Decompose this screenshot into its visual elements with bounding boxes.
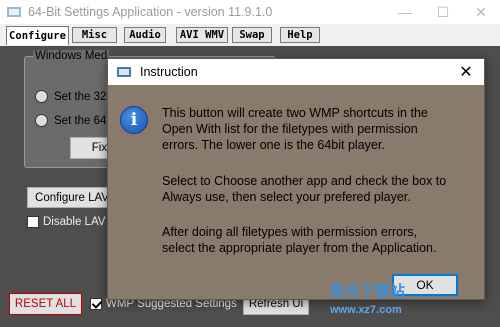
group-title: Windows Med bbox=[33, 50, 110, 62]
ok-button[interactable]: OK bbox=[392, 274, 458, 296]
configure-lav-button[interactable]: Configure LAV bbox=[27, 187, 117, 208]
info-icon: i bbox=[120, 106, 148, 134]
dialog-app-icon bbox=[116, 64, 132, 80]
app-title: 64-Bit Settings Application - version 11… bbox=[28, 5, 273, 19]
dialog-title: Instruction bbox=[140, 65, 198, 79]
dialog-message-3: After doing all filetypes with permissio… bbox=[162, 225, 437, 255]
dialog-content: i This button will create two WMP shortc… bbox=[108, 85, 484, 299]
disable-lav-checkbox[interactable]: Disable LAV t bbox=[27, 216, 112, 228]
disable-lav-label: Disable LAV t bbox=[43, 216, 112, 228]
app-logo-icon bbox=[6, 4, 22, 20]
tab-configure[interactable]: Configure bbox=[6, 26, 69, 45]
dialog-titlebar: Instruction ✕ bbox=[108, 59, 484, 85]
tab-bar: Configure Misc Audio AVI WMV Swap Help bbox=[0, 24, 500, 46]
radio-set-64bit[interactable]: Set the 64- bbox=[35, 114, 110, 127]
tab-swap[interactable]: Swap bbox=[232, 27, 272, 43]
minimize-icon[interactable]: — bbox=[386, 0, 424, 24]
radio-set-64bit-label: Set the 64- bbox=[54, 114, 111, 127]
dialog-message-2: Select to Choose another app and check t… bbox=[162, 174, 447, 204]
maximize-icon[interactable]: ☐ bbox=[424, 0, 462, 24]
checkbox-checked-icon[interactable] bbox=[90, 298, 102, 310]
radio-set-32bit[interactable]: Set the 32- bbox=[35, 90, 110, 103]
close-icon[interactable]: ✕ bbox=[462, 0, 500, 24]
reset-all-button[interactable]: RESET ALL bbox=[9, 293, 82, 315]
tab-audio[interactable]: Audio bbox=[124, 27, 166, 43]
radio-icon[interactable] bbox=[35, 90, 48, 103]
tab-help[interactable]: Help bbox=[280, 27, 320, 43]
instruction-dialog: Instruction ✕ i This button will create … bbox=[107, 58, 485, 300]
radio-set-32bit-label: Set the 32- bbox=[54, 90, 111, 103]
close-icon[interactable]: ✕ bbox=[448, 59, 484, 85]
app-titlebar: 64-Bit Settings Application - version 11… bbox=[0, 0, 500, 24]
dialog-message-1: This button will create two WMP shortcut… bbox=[162, 106, 428, 152]
tab-misc[interactable]: Misc bbox=[72, 27, 117, 43]
radio-icon[interactable] bbox=[35, 114, 48, 127]
tab-avi-wmv[interactable]: AVI WMV bbox=[176, 27, 228, 43]
checkbox-icon[interactable] bbox=[27, 216, 39, 228]
